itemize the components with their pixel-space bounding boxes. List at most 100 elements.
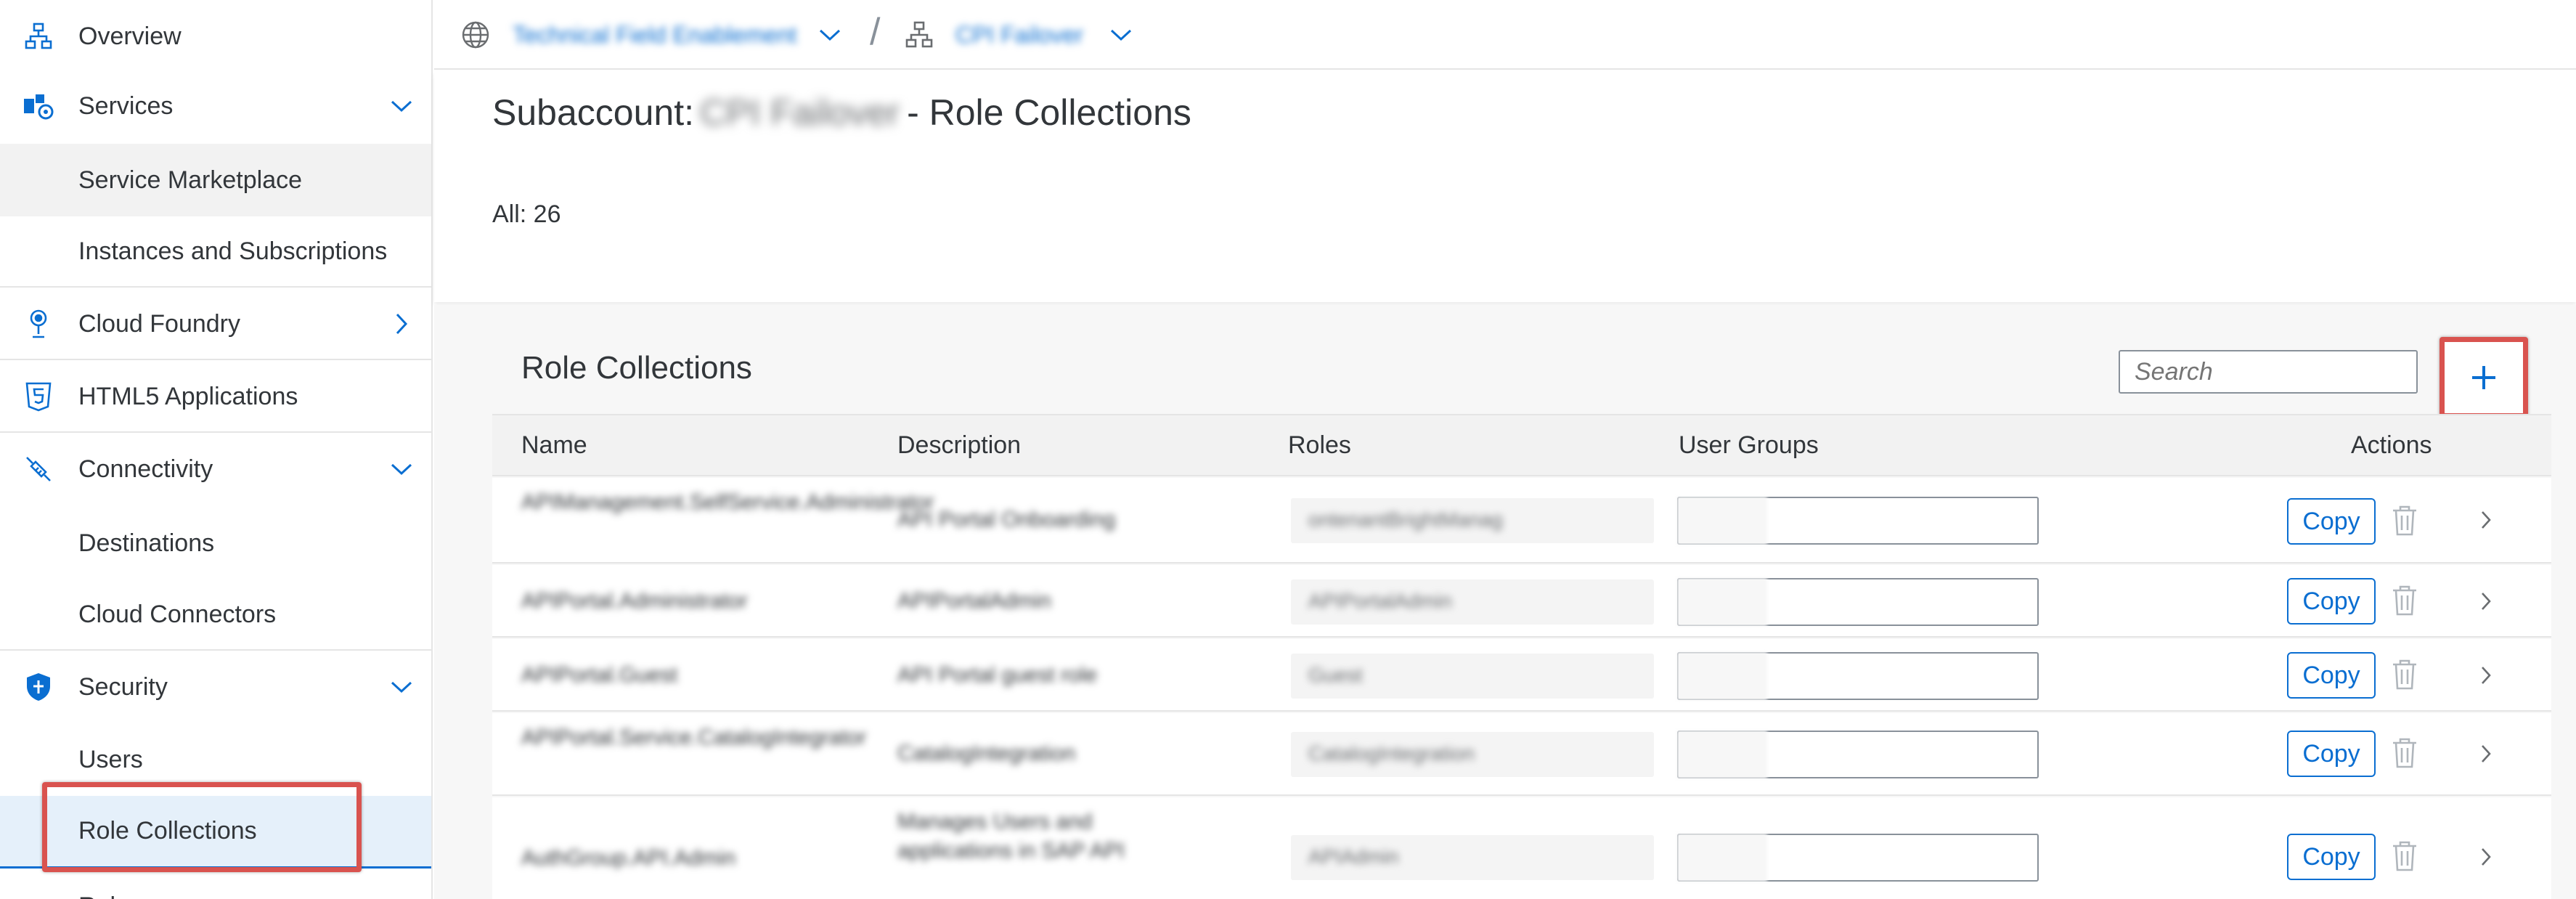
sidebar-item-cloud-foundry[interactable]: Cloud Foundry (0, 288, 431, 360)
copy-button[interactable]: Copy (2287, 652, 2376, 699)
cloud-foundry-icon (19, 304, 58, 343)
sidebar-item-overview[interactable]: Overview (0, 0, 431, 73)
column-header-roles[interactable]: Roles (1288, 431, 1351, 460)
hierarchy-icon (905, 20, 934, 49)
copy-button[interactable]: Copy (2287, 834, 2376, 880)
sidebar-item-label: Destinations (78, 529, 215, 557)
redaction (1677, 497, 1767, 545)
global-account-switcher[interactable]: Technical Field Enablement (460, 16, 841, 54)
copy-button[interactable]: Copy (2287, 578, 2376, 625)
sidebar-item-service-marketplace[interactable]: Service Marketplace (0, 144, 431, 216)
column-header-user-groups[interactable]: User Groups (1679, 431, 1819, 460)
roles-value: ontenantBrightManag (1308, 508, 1503, 531)
copy-button[interactable]: Copy (2287, 731, 2376, 777)
sidebar-item-services[interactable]: Services (0, 70, 431, 142)
sidebar-item-label: Roles (78, 892, 142, 899)
chevron-right-icon[interactable] (2471, 505, 2500, 534)
hierarchy-icon (19, 17, 58, 56)
add-role-collection-button[interactable] (2440, 337, 2528, 418)
redaction (1677, 834, 1767, 882)
subaccount-switcher[interactable]: CPI Failover (905, 16, 1133, 54)
role-collection-description: CatalogIntegration (897, 741, 1076, 765)
chevron-down-icon (818, 28, 841, 42)
role-collection-description: API Portal Onboarding (897, 508, 1116, 532)
sidebar-item-roles[interactable]: Roles (0, 870, 431, 899)
item-count: All: 26 (492, 200, 561, 228)
table-header: Name Description Roles User Groups Actio… (492, 414, 2551, 476)
role-collections-table: Role Collections Name Description Roles … (492, 305, 2551, 899)
table-title: Role Collections (521, 350, 752, 386)
sidebar-item-connectivity[interactable]: Connectivity (0, 433, 431, 505)
roles-cell: ontenantBrightManag (1291, 498, 1654, 543)
roles-value: APIAdmin (1308, 845, 1399, 868)
role-collection-name: APIPortal.Service.CatalogIntegrator (521, 725, 867, 749)
roles-cell: APIAdmin (1291, 835, 1654, 880)
chevron-right-icon[interactable] (2471, 739, 2500, 768)
sidebar-item-label: Service Marketplace (78, 166, 303, 194)
roles-value: CatalogIntegration (1308, 742, 1475, 765)
add-icon (2472, 366, 2495, 389)
page-header: Subaccount: CPI Failover - Role Collecti… (434, 71, 2576, 302)
roles-value: Guest (1308, 664, 1363, 686)
delete-icon[interactable] (2389, 837, 2421, 876)
role-collection-name: APIPortal.Guest (521, 663, 678, 687)
sidebar-item-destinations[interactable]: Destinations (0, 507, 431, 579)
sidebar-item-label: Overview (78, 22, 182, 50)
chevron-right-icon[interactable] (2471, 587, 2500, 616)
chevron-down-icon[interactable] (383, 88, 420, 124)
sidebar-item-label: Services (78, 91, 174, 120)
page-title: Subaccount: CPI Failover - Role Collecti… (492, 91, 1191, 134)
sidebar-item-label: Instances and Subscriptions (78, 237, 388, 265)
roles-value: APIPortalAdmin (1308, 590, 1452, 612)
sidebar-item-security[interactable]: Security (0, 651, 431, 723)
sidebar-item-label: Cloud Foundry (78, 309, 241, 338)
search-input[interactable] (2119, 350, 2418, 394)
delete-icon[interactable] (2389, 655, 2421, 694)
sidebar-item-html5-applications[interactable]: HTML5 Applications (0, 360, 431, 433)
role-collection-description: APIPortalAdmin (897, 589, 1051, 613)
sidebar-item-label: Cloud Connectors (78, 600, 277, 628)
delete-icon[interactable] (2389, 581, 2421, 620)
column-header-actions: Actions (2351, 431, 2432, 459)
sidebar-item-label: Security (78, 672, 168, 701)
breadcrumb: Technical Field Enablement / CPI Failove… (434, 0, 2576, 70)
chevron-down-icon[interactable] (383, 669, 420, 705)
role-collection-description: API Portal guest role (897, 663, 1098, 687)
role-collection-name: APIManagement.SelfService.Administrator (521, 490, 934, 514)
highlight-annotation (42, 782, 362, 872)
services-icon (19, 86, 58, 126)
html5-icon (19, 377, 58, 416)
delete-icon[interactable] (2389, 501, 2421, 540)
sidebar-item-cloud-connectors[interactable]: Cloud Connectors (0, 578, 431, 651)
chevron-right-icon[interactable] (383, 306, 420, 342)
chevron-down-icon[interactable] (383, 451, 420, 487)
sidebar-item-label: Users (78, 745, 143, 773)
connectivity-icon (19, 449, 58, 489)
sidebar-item-label: HTML5 Applications (78, 382, 298, 410)
subaccount-name: CPI Failover (955, 21, 1084, 48)
role-collection-name: APIPortal.Administrator (521, 589, 748, 613)
sidebar: Overview Services Service Marketplace In… (0, 0, 433, 899)
sidebar-item-instances-subscriptions[interactable]: Instances and Subscriptions (0, 215, 431, 288)
delete-icon[interactable] (2389, 733, 2421, 773)
copy-button[interactable]: Copy (2287, 498, 2376, 545)
role-collection-name: AuthGroup.API.Admin (521, 846, 736, 870)
table-row[interactable]: APIPortal.Service.CatalogIntegrator Cata… (492, 713, 2551, 796)
page-title-prefix: Subaccount: (492, 92, 694, 133)
roles-cell: Guest (1291, 654, 1654, 699)
table-row[interactable]: AuthGroup.API.Admin Manages Users and ap… (492, 797, 2551, 899)
chevron-down-icon (1109, 28, 1133, 42)
table-row[interactable]: APIManagement.SelfService.Administrator … (492, 478, 2551, 564)
table-row[interactable]: APIPortal.Guest API Portal guest role Gu… (492, 639, 2551, 712)
redaction (1677, 578, 1767, 626)
shield-icon (19, 667, 58, 707)
chevron-right-icon[interactable] (2471, 842, 2500, 871)
sidebar-item-label: Connectivity (78, 455, 213, 483)
main-content: Role Collections Name Description Roles … (434, 305, 2576, 899)
table-row[interactable]: APIPortal.Administrator APIPortalAdmin A… (492, 565, 2551, 638)
roles-cell: APIPortalAdmin (1291, 579, 1654, 625)
column-header-description[interactable]: Description (897, 431, 1021, 460)
column-header-name[interactable]: Name (521, 431, 587, 460)
chevron-right-icon[interactable] (2471, 661, 2500, 690)
global-account-name: Technical Field Enablement (513, 21, 797, 48)
